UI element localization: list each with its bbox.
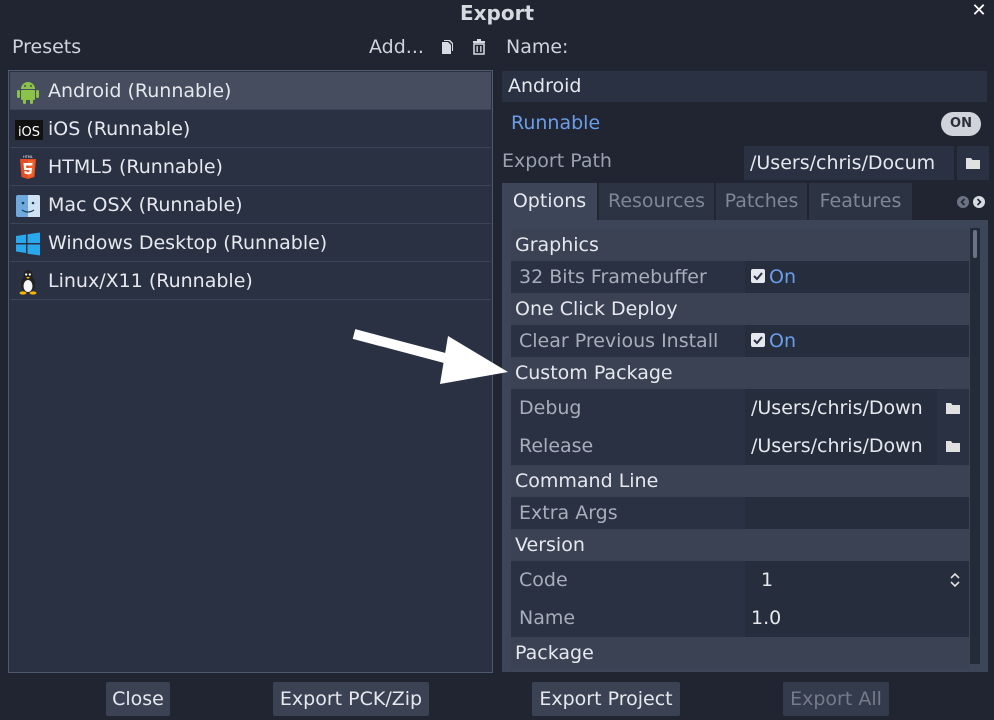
preset-item-windows[interactable]: Windows Desktop (Runnable)	[10, 224, 491, 262]
add-preset-button[interactable]: Add...	[369, 36, 424, 58]
export-project-button[interactable]: Export Project	[532, 682, 680, 716]
preset-item-ios[interactable]: iOS iOS (Runnable)	[10, 110, 491, 148]
ios-icon: iOS	[15, 117, 43, 143]
svg-text:iOS: iOS	[18, 125, 40, 140]
options-scrollbar[interactable]	[970, 228, 980, 664]
preset-label: Mac OSX (Runnable)	[48, 194, 243, 216]
option-label: 32 Bits Framebuffer	[519, 266, 707, 288]
checkbox-label: On	[769, 266, 796, 288]
presets-header: Presets	[12, 36, 82, 58]
section-title: One Click Deploy	[515, 298, 678, 320]
export-path-browse-button[interactable]	[957, 146, 989, 180]
section-one-click-deploy[interactable]: One Click Deploy	[511, 293, 969, 325]
close-icon[interactable]: ✕	[970, 0, 988, 22]
export-path-label: Export Path	[502, 150, 612, 172]
export-dialog: Export ✕ Presets Add... Android (Runnabl…	[0, 0, 994, 720]
option-label: Name	[519, 607, 576, 629]
checkbox-checked-icon[interactable]	[751, 269, 765, 283]
duplicate-icon[interactable]	[440, 39, 456, 57]
path-text: /Users/chris/Down	[751, 397, 923, 419]
tab-resources[interactable]: Resources	[599, 183, 714, 220]
section-title: Command Line	[515, 470, 659, 492]
section-graphics[interactable]: Graphics	[511, 229, 969, 261]
preset-name-input[interactable]: Android	[501, 70, 988, 103]
annotation-arrow	[352, 329, 508, 384]
android-icon	[15, 79, 41, 105]
option-value[interactable]: On	[745, 261, 969, 293]
preset-item-macosx[interactable]: Mac OSX (Runnable)	[10, 186, 491, 224]
debug-path-input[interactable]: /Users/chris/Down	[745, 389, 969, 427]
name-label: Name:	[506, 36, 569, 58]
preset-item-html5[interactable]: HTML HTML5 (Runnable)	[10, 148, 491, 186]
section-title: Package	[515, 642, 594, 664]
spinbox-value: 1	[761, 569, 774, 591]
preset-label: Linux/X11 (Runnable)	[48, 270, 253, 292]
section-custom-package[interactable]: Custom Package	[511, 357, 969, 389]
option-row-code: Code 1	[511, 561, 969, 599]
release-browse-button[interactable]	[937, 427, 969, 465]
trash-icon[interactable]	[472, 39, 488, 57]
export-path-input[interactable]: /Users/chris/Docum	[744, 146, 954, 180]
windows-icon	[15, 231, 41, 257]
option-label: Extra Args	[519, 502, 618, 524]
section-package[interactable]: Package	[511, 637, 969, 669]
checkbox-label: On	[769, 330, 796, 352]
option-row-release: Release /Users/chris/Down	[511, 427, 969, 465]
extra-args-input[interactable]	[745, 497, 969, 529]
option-row-debug: Debug /Users/chris/Down	[511, 389, 969, 427]
path-text: /Users/chris/Down	[751, 435, 923, 457]
html5-icon: HTML	[15, 155, 41, 181]
preset-item-android[interactable]: Android (Runnable)	[10, 72, 491, 110]
scrollbar-thumb[interactable]	[973, 230, 977, 258]
debug-browse-button[interactable]	[937, 389, 969, 427]
section-title: Custom Package	[515, 362, 673, 384]
release-path-input[interactable]: /Users/chris/Down	[745, 427, 969, 465]
option-row-name: Name 1.0	[511, 599, 969, 637]
preset-label: Windows Desktop (Runnable)	[48, 232, 328, 254]
option-label: Code	[519, 569, 568, 591]
close-button[interactable]: Close	[106, 682, 170, 716]
section-version[interactable]: Version	[511, 529, 969, 561]
option-label: Debug	[519, 397, 582, 419]
preset-label: HTML5 (Runnable)	[48, 156, 223, 178]
options-list: Graphics 32 Bits Framebuffer On One Clic…	[511, 229, 969, 669]
input-text: 1.0	[751, 607, 782, 629]
spinner-arrows-icon	[950, 572, 960, 588]
dialog-title: Export	[459, 1, 535, 25]
option-value[interactable]: On	[745, 325, 969, 357]
section-title: Version	[515, 534, 585, 556]
macosx-icon	[15, 193, 41, 219]
linux-icon	[15, 269, 41, 295]
section-command-line[interactable]: Command Line	[511, 465, 969, 497]
option-row-32bit-framebuffer: 32 Bits Framebuffer On	[511, 261, 969, 293]
tab-features[interactable]: Features	[809, 183, 912, 220]
version-code-spinbox[interactable]: 1	[745, 561, 969, 599]
runnable-label: Runnable	[511, 112, 601, 134]
option-row-extra-args: Extra Args	[511, 497, 969, 529]
tab-patches[interactable]: Patches	[716, 183, 807, 220]
preset-item-linux[interactable]: Linux/X11 (Runnable)	[10, 262, 491, 300]
option-label: Release	[519, 435, 594, 457]
option-row-clear-previous-install: Clear Previous Install On	[511, 325, 969, 357]
section-title: Graphics	[515, 234, 599, 256]
checkbox-checked-icon[interactable]	[751, 333, 765, 347]
export-all-button[interactable]: Export All	[783, 682, 889, 716]
options-panel: Graphics 32 Bits Framebuffer On One Clic…	[502, 220, 988, 672]
export-pck-zip-button[interactable]: Export PCK/Zip	[273, 682, 429, 716]
option-label: Clear Previous Install	[519, 330, 719, 352]
preset-label: iOS (Runnable)	[48, 118, 191, 140]
folder-icon	[946, 441, 960, 452]
runnable-toggle[interactable]: ON	[941, 112, 981, 136]
version-name-input[interactable]: 1.0	[745, 599, 969, 637]
folder-icon	[946, 403, 960, 414]
preset-label: Android (Runnable)	[48, 80, 232, 102]
tab-options[interactable]: Options	[502, 183, 597, 220]
svg-text:HTML: HTML	[23, 155, 33, 159]
folder-icon	[966, 158, 980, 169]
tab-scroll-arrows[interactable]	[957, 194, 989, 210]
